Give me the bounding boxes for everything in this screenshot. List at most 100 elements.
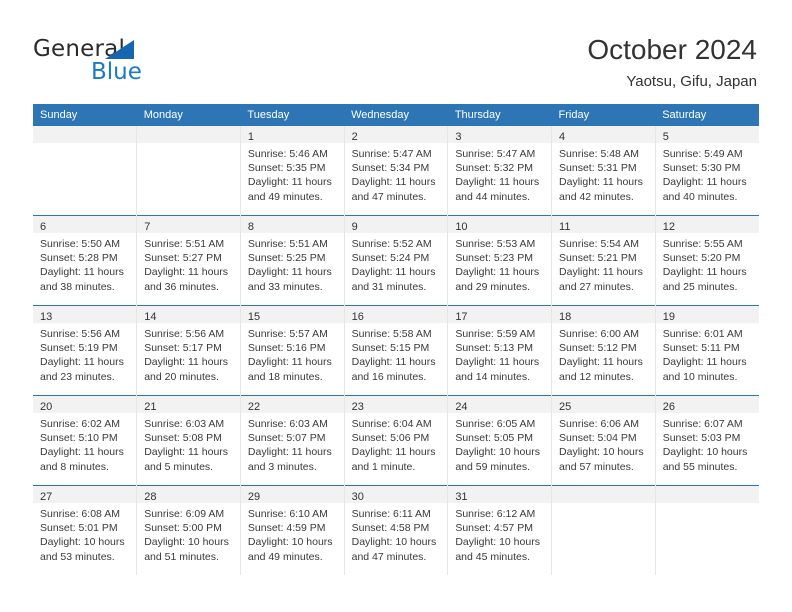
day-number: 28: [144, 491, 157, 503]
calendar-day-cell[interactable]: 11 Sunrise: 5:54 AM Sunset: 5:21 PM Dayligh…: [551, 215, 656, 306]
calendar-day-cell-empty: [33, 126, 138, 216]
sunset-text: Sunset: 4:58 PM: [351, 522, 430, 535]
sunset-text: Sunset: 5:28 PM: [40, 252, 118, 265]
calendar-day-cell[interactable]: 14 Sunrise: 5:56 AM Sunset: 5:17 PM Dayligh…: [136, 305, 241, 396]
calendar-day-cell[interactable]: 19 Sunrise: 6:01 AM Sunset: 5:11 PM Dayligh…: [655, 305, 759, 396]
daylight-text: Daylight: 11 hours and 20 minutes.: [144, 356, 229, 383]
calendar-day-cell-empty: [655, 485, 759, 575]
day-number-band: 12: [655, 216, 759, 233]
calendar-day-cell[interactable]: 10 Sunrise: 5:53 AM Sunset: 5:23 PM Dayligh…: [447, 215, 553, 306]
sunset-text: Sunset: 5:23 PM: [455, 252, 533, 265]
calendar-day-cell[interactable]: 7 Sunrise: 5:51 AM Sunset: 5:27 PM Daylight…: [136, 215, 241, 306]
calendar-day-cell[interactable]: 31 Sunrise: 6:12 AM Sunset: 4:57 PM Dayligh…: [447, 485, 553, 575]
day-cell-body: Sunrise: 6:00 AM Sunset: 5:12 PM Daylight:…: [552, 323, 655, 384]
calendar-day-cell[interactable]: 4 Sunrise: 5:48 AM Sunset: 5:31 PM Daylight…: [551, 126, 656, 216]
general-blue-logo[interactable]: General Blue: [33, 36, 263, 92]
day-number-band: [552, 486, 655, 503]
day-cell-body: Sunrise: 5:47 AM Sunset: 5:32 PM Daylight:…: [448, 143, 551, 204]
day-number: 1: [247, 131, 255, 143]
sunrise-text: Sunrise: 5:55 AM: [662, 238, 743, 250]
sunrise-text: Sunrise: 6:01 AM: [662, 328, 743, 340]
calendar-day-cell[interactable]: 25 Sunrise: 6:06 AM Sunset: 5:04 PM Dayligh…: [551, 395, 656, 486]
calendar-day-cell[interactable]: 13 Sunrise: 5:56 AM Sunset: 5:19 PM Dayligh…: [33, 305, 138, 396]
calendar-day-cell[interactable]: 27 Sunrise: 6:08 AM Sunset: 5:01 PM Dayligh…: [33, 485, 138, 575]
daylight-text: Daylight: 11 hours and 44 minutes.: [455, 176, 540, 203]
calendar-day-cell[interactable]: 15 Sunrise: 5:57 AM Sunset: 5:16 PM Dayligh…: [240, 305, 345, 396]
day-cell-body: Sunrise: 6:04 AM Sunset: 5:06 PM Daylight:…: [345, 413, 448, 474]
day-number: 19: [662, 311, 675, 323]
weekday-header-monday: Monday: [136, 104, 241, 126]
sunrise-text: Sunrise: 6:06 AM: [559, 418, 639, 430]
weekday-header-sunday: Sunday: [33, 104, 137, 126]
sunset-text: Sunset: 5:34 PM: [351, 162, 430, 175]
sunset-text: Sunset: 5:12 PM: [559, 342, 637, 355]
day-number: 23: [351, 401, 364, 413]
day-number-band: 25: [552, 396, 655, 413]
calendar-day-cell[interactable]: 17 Sunrise: 5:59 AM Sunset: 5:13 PM Dayligh…: [447, 305, 553, 396]
daylight-text: Daylight: 11 hours and 31 minutes.: [351, 266, 436, 293]
day-number-band: 23: [344, 396, 448, 413]
daylight-text: Daylight: 11 hours and 36 minutes.: [144, 266, 229, 293]
day-cell-body: Sunrise: 6:01 AM Sunset: 5:11 PM Daylight:…: [656, 323, 759, 384]
day-number: 3: [455, 131, 462, 143]
daylight-text: Daylight: 11 hours and 3 minutes.: [247, 446, 332, 473]
day-number-band: 29: [240, 486, 344, 503]
calendar-day-cell-empty: [136, 126, 241, 216]
calendar-header-row: Sunday Monday Tuesday Wednesday Thursday…: [33, 104, 759, 126]
calendar-day-cell[interactable]: 2 Sunrise: 5:47 AM Sunset: 5:34 PM Daylight…: [344, 126, 449, 216]
sunrise-text: Sunrise: 6:03 AM: [144, 418, 225, 430]
sunset-text: Sunset: 5:13 PM: [455, 342, 533, 355]
calendar-day-cell[interactable]: 9 Sunrise: 5:52 AM Sunset: 5:24 PM Daylight…: [344, 215, 449, 306]
calendar-day-cell[interactable]: 26 Sunrise: 6:07 AM Sunset: 5:03 PM Dayligh…: [655, 395, 759, 486]
calendar-day-cell[interactable]: 22 Sunrise: 6:03 AM Sunset: 5:07 PM Dayligh…: [240, 395, 345, 486]
calendar-day-cell[interactable]: 28 Sunrise: 6:09 AM Sunset: 5:00 PM Dayligh…: [136, 485, 241, 575]
logo-text-blue: Blue: [91, 59, 142, 85]
sunrise-text: Sunrise: 6:02 AM: [40, 418, 120, 430]
day-number-band: [655, 486, 759, 503]
sunrise-text: Sunrise: 5:51 AM: [247, 238, 328, 250]
day-number-band: 30: [344, 486, 448, 503]
daylight-text: Daylight: 11 hours and 18 minutes.: [247, 356, 332, 383]
sunrise-text: Sunrise: 6:11 AM: [351, 508, 431, 520]
day-number-band: [137, 126, 240, 143]
calendar-day-cell-empty: [551, 485, 656, 575]
day-number-band: 28: [137, 486, 240, 503]
day-cell-body: Sunrise: 6:02 AM Sunset: 5:10 PM Daylight:…: [33, 413, 136, 474]
day-number-band: 19: [655, 306, 759, 323]
day-number: 15: [247, 311, 261, 323]
day-cell-body: Sunrise: 6:07 AM Sunset: 5:03 PM Daylight:…: [656, 413, 759, 474]
calendar-day-cell[interactable]: 23 Sunrise: 6:04 AM Sunset: 5:06 PM Dayligh…: [344, 395, 449, 486]
calendar-table: Sunday Monday Tuesday Wednesday Thursday…: [33, 104, 759, 575]
sunrise-text: Sunrise: 5:47 AM: [455, 148, 536, 160]
calendar-day-cell[interactable]: 16 Sunrise: 5:58 AM Sunset: 5:15 PM Dayligh…: [344, 305, 449, 396]
sunrise-text: Sunrise: 5:56 AM: [40, 328, 120, 340]
sunrise-text: Sunrise: 5:50 AM: [40, 238, 120, 250]
calendar-day-cell[interactable]: 18 Sunrise: 6:00 AM Sunset: 5:12 PM Dayligh…: [551, 305, 656, 396]
calendar-day-cell[interactable]: 24 Sunrise: 6:05 AM Sunset: 5:05 PM Dayligh…: [447, 395, 553, 486]
triangle-icon: [105, 40, 134, 59]
calendar-day-cell[interactable]: 6 Sunrise: 5:50 AM Sunset: 5:28 PM Daylight…: [33, 215, 138, 306]
calendar-day-cell[interactable]: 29 Sunrise: 6:10 AM Sunset: 4:59 PM Dayligh…: [240, 485, 345, 575]
daylight-text: Daylight: 10 hours and 45 minutes.: [455, 536, 540, 563]
calendar-day-cell[interactable]: 1 Sunrise: 5:46 AM Sunset: 5:35 PM Daylight…: [240, 126, 345, 216]
day-cell-body: Sunrise: 6:11 AM Sunset: 4:58 PM Daylight:…: [345, 503, 448, 564]
day-cell-body: Sunrise: 6:06 AM Sunset: 5:04 PM Daylight:…: [552, 413, 655, 474]
sunset-text: Sunset: 5:06 PM: [351, 432, 430, 445]
day-cell-body: Sunrise: 6:05 AM Sunset: 5:05 PM Daylight:…: [448, 413, 551, 474]
calendar-day-cell[interactable]: 30 Sunrise: 6:11 AM Sunset: 4:58 PM Dayligh…: [344, 485, 449, 575]
sunrise-text: Sunrise: 6:07 AM: [662, 418, 743, 430]
calendar-day-cell[interactable]: 5 Sunrise: 5:49 AM Sunset: 5:30 PM Daylight…: [655, 126, 759, 216]
calendar-day-cell[interactable]: 8 Sunrise: 5:51 AM Sunset: 5:25 PM Daylight…: [240, 215, 345, 306]
calendar-day-cell[interactable]: 12 Sunrise: 5:55 AM Sunset: 5:20 PM Dayligh…: [655, 215, 759, 306]
day-number: 30: [351, 491, 364, 503]
sunset-text: Sunset: 5:20 PM: [662, 252, 741, 265]
sunset-text: Sunset: 4:57 PM: [455, 522, 533, 535]
day-number-band: 13: [33, 306, 137, 323]
calendar-day-cell[interactable]: 3 Sunrise: 5:47 AM Sunset: 5:32 PM Daylight…: [447, 126, 553, 216]
day-cell-body: Sunrise: 5:48 AM Sunset: 5:31 PM Daylight:…: [552, 143, 655, 204]
calendar-day-cell[interactable]: 21 Sunrise: 6:03 AM Sunset: 5:08 PM Dayligh…: [136, 395, 241, 486]
sunset-text: Sunset: 5:24 PM: [351, 252, 430, 265]
day-number: 25: [559, 401, 572, 413]
calendar-day-cell[interactable]: 20 Sunrise: 6:02 AM Sunset: 5:10 PM Dayligh…: [33, 395, 138, 486]
calendar-grid: Sunday Monday Tuesday Wednesday Thursday…: [33, 104, 759, 575]
